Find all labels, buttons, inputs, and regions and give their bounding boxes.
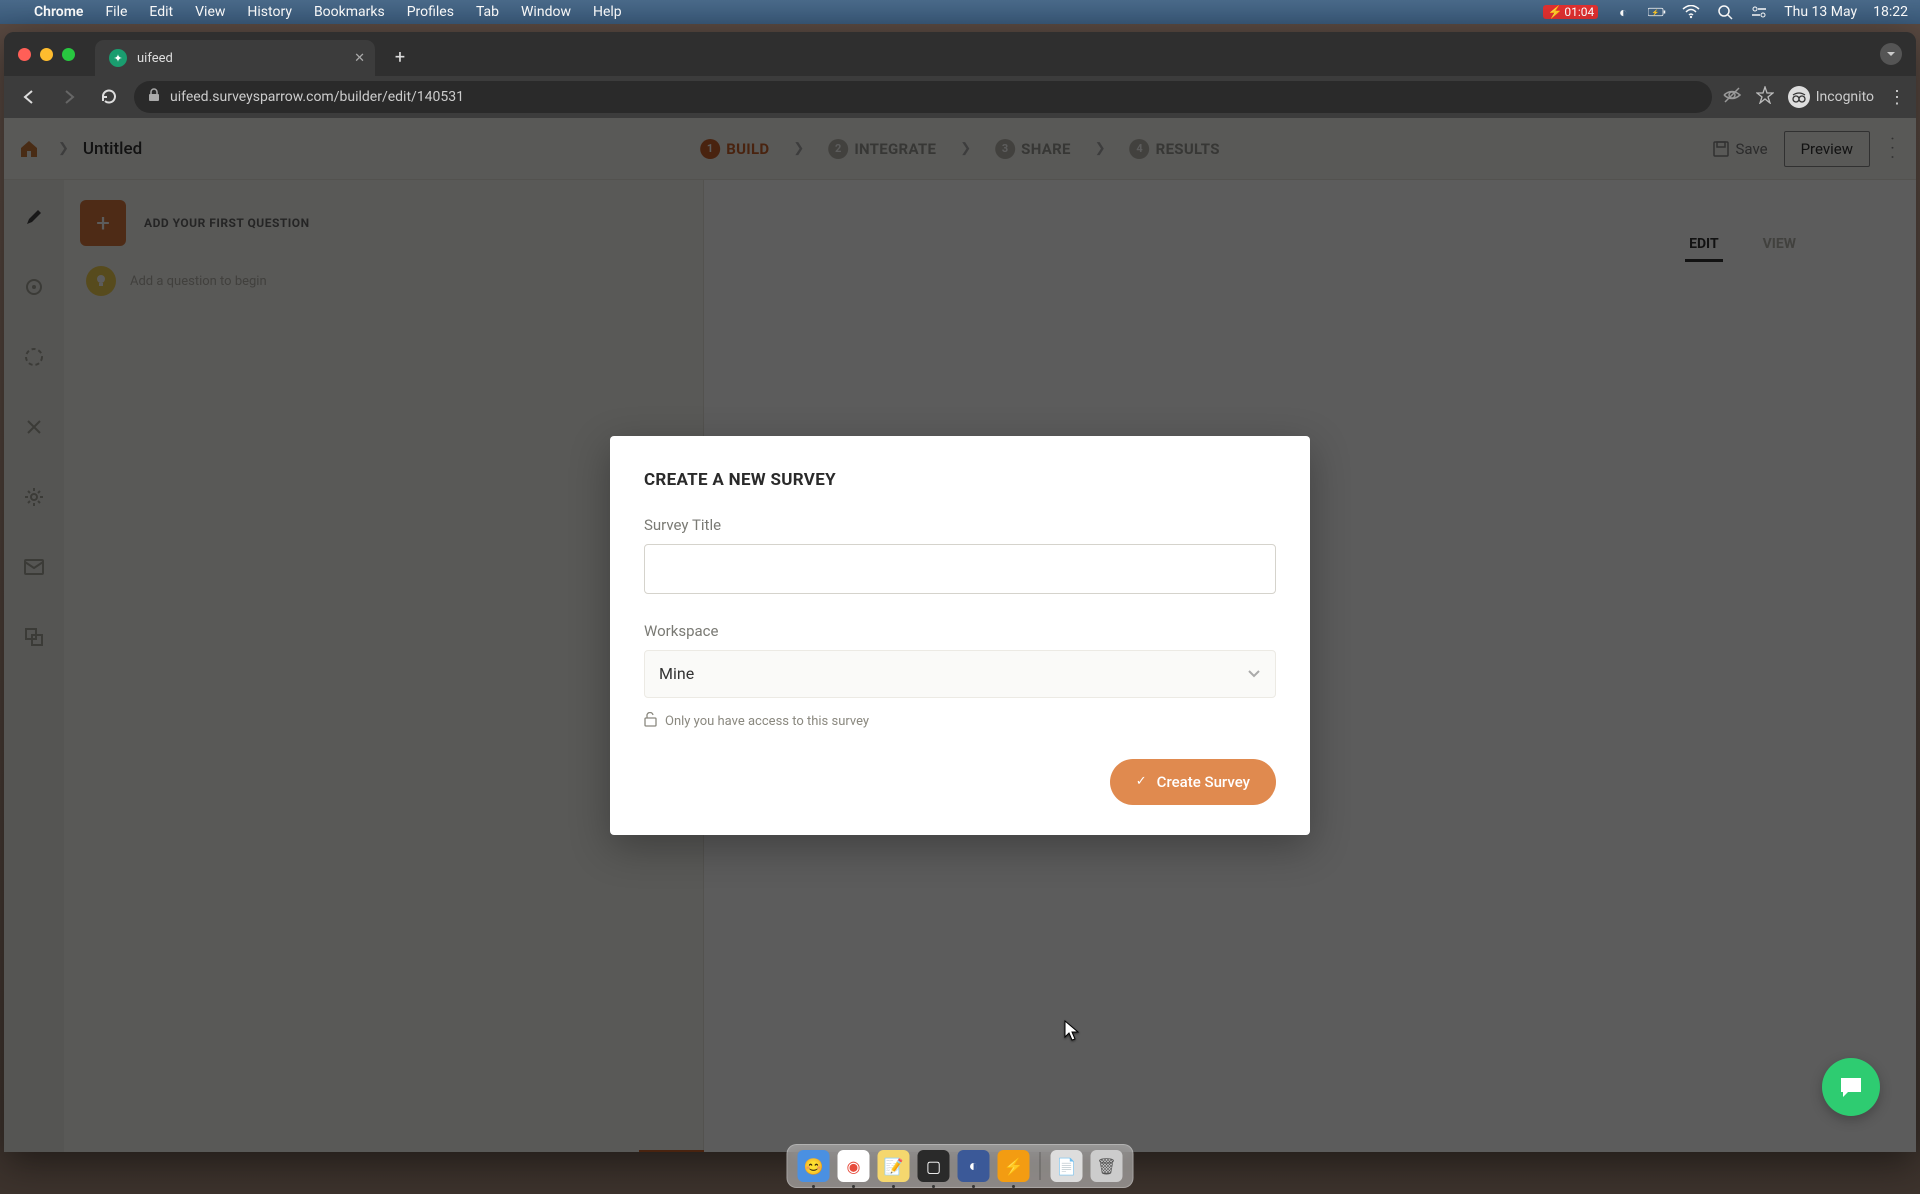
access-note: Only you have access to this survey: [644, 712, 1276, 731]
dock-trash[interactable]: 🗑: [1091, 1150, 1123, 1182]
dock-downloads[interactable]: 📄: [1051, 1150, 1083, 1182]
window-controls: [18, 48, 75, 61]
menu-history[interactable]: History: [247, 4, 292, 20]
tracking-icon[interactable]: [1722, 86, 1742, 108]
chevron-down-icon: [1247, 664, 1261, 683]
reload-button[interactable]: [94, 82, 124, 112]
svg-text:⚡: ⚡: [1652, 8, 1659, 16]
battery-charging-icon[interactable]: ⚡: [1648, 3, 1666, 21]
battery-warning-icon[interactable]: ⚡01:04: [1543, 5, 1598, 19]
menubar-time[interactable]: 18:22: [1873, 4, 1908, 20]
bookmark-star-icon[interactable]: [1756, 86, 1774, 108]
window-zoom-button[interactable]: [62, 48, 75, 61]
modal-title: CREATE A NEW SURVEY: [644, 470, 1276, 490]
tab-favicon-icon: ✦: [109, 49, 127, 67]
chat-fab[interactable]: [1822, 1058, 1880, 1116]
menu-edit[interactable]: Edit: [149, 4, 173, 20]
dock-app1[interactable]: ◐: [958, 1150, 990, 1182]
dock-app2[interactable]: ⚡: [998, 1150, 1030, 1182]
forward-button[interactable]: [54, 82, 84, 112]
new-tab-button[interactable]: +: [385, 42, 415, 72]
status-icon-1[interactable]: ◐: [1614, 3, 1632, 21]
access-note-text: Only you have access to this survey: [665, 714, 869, 729]
chrome-window: ✦ uifeed ✕ + uifeed.surveysparrow.com/bu…: [4, 32, 1916, 1152]
macos-menubar: Chrome File Edit View History Bookmarks …: [0, 0, 1920, 24]
survey-title-label: Survey Title: [644, 516, 1276, 534]
field-workspace: Workspace Mine: [644, 622, 1276, 698]
dock-chrome[interactable]: ◉: [838, 1150, 870, 1182]
field-survey-title: Survey Title: [644, 516, 1276, 594]
tab-title: uifeed: [137, 51, 173, 66]
modal-overlay[interactable]: CREATE A NEW SURVEY Survey Title Workspa…: [4, 118, 1916, 1152]
chat-icon: [1838, 1075, 1864, 1099]
window-close-button[interactable]: [18, 48, 31, 61]
chrome-menu-icon[interactable]: ⋮: [1888, 87, 1906, 108]
spotlight-icon[interactable]: [1716, 3, 1734, 21]
workspace-select[interactable]: Mine: [644, 650, 1276, 698]
dock-separator: [1040, 1152, 1041, 1180]
macos-dock: 😊 ◉ 📝 ▢ ◐ ⚡ 📄 🗑: [787, 1144, 1134, 1188]
app-content: ❯ Untitled 1 BUILD ❯ 2 INTEGRATE ❯ 3 SHA…: [4, 118, 1916, 1152]
dock-finder[interactable]: 😊: [798, 1150, 830, 1182]
browser-tab[interactable]: ✦ uifeed ✕: [95, 40, 375, 76]
workspace-label: Workspace: [644, 622, 1276, 640]
check-icon: ✓: [1136, 774, 1147, 789]
create-survey-button[interactable]: ✓ Create Survey: [1110, 759, 1276, 805]
tab-close-icon[interactable]: ✕: [354, 51, 365, 66]
back-button[interactable]: [14, 82, 44, 112]
workspace-value: Mine: [659, 664, 694, 683]
dock-notes[interactable]: 📝: [878, 1150, 910, 1182]
lock-open-icon: [644, 712, 657, 731]
tab-overflow-icon[interactable]: [1880, 43, 1902, 65]
lock-icon: [148, 88, 160, 106]
menu-file[interactable]: File: [105, 4, 127, 20]
incognito-label: Incognito: [1816, 89, 1874, 105]
incognito-indicator[interactable]: Incognito: [1788, 86, 1874, 108]
dock-terminal[interactable]: ▢: [918, 1150, 950, 1182]
tab-strip: ✦ uifeed ✕ +: [4, 32, 1916, 76]
address-bar[interactable]: uifeed.surveysparrow.com/builder/edit/14…: [134, 81, 1712, 113]
control-center-icon[interactable]: [1750, 3, 1768, 21]
menu-view[interactable]: View: [195, 4, 225, 20]
menu-tab[interactable]: Tab: [476, 4, 499, 20]
menubar-app-name[interactable]: Chrome: [34, 4, 83, 20]
menu-help[interactable]: Help: [593, 4, 622, 20]
window-minimize-button[interactable]: [40, 48, 53, 61]
create-survey-label: Create Survey: [1157, 773, 1250, 791]
menu-window[interactable]: Window: [521, 4, 571, 20]
wifi-icon[interactable]: [1682, 3, 1700, 21]
menu-bookmarks[interactable]: Bookmarks: [314, 4, 385, 20]
create-survey-modal: CREATE A NEW SURVEY Survey Title Workspa…: [610, 436, 1310, 835]
menu-profiles[interactable]: Profiles: [407, 4, 454, 20]
incognito-icon: [1788, 86, 1810, 108]
menubar-date[interactable]: Thu 13 May: [1784, 4, 1857, 20]
browser-toolbar: uifeed.surveysparrow.com/builder/edit/14…: [4, 76, 1916, 118]
survey-title-input[interactable]: [644, 544, 1276, 594]
url-text: uifeed.surveysparrow.com/builder/edit/14…: [170, 89, 464, 105]
